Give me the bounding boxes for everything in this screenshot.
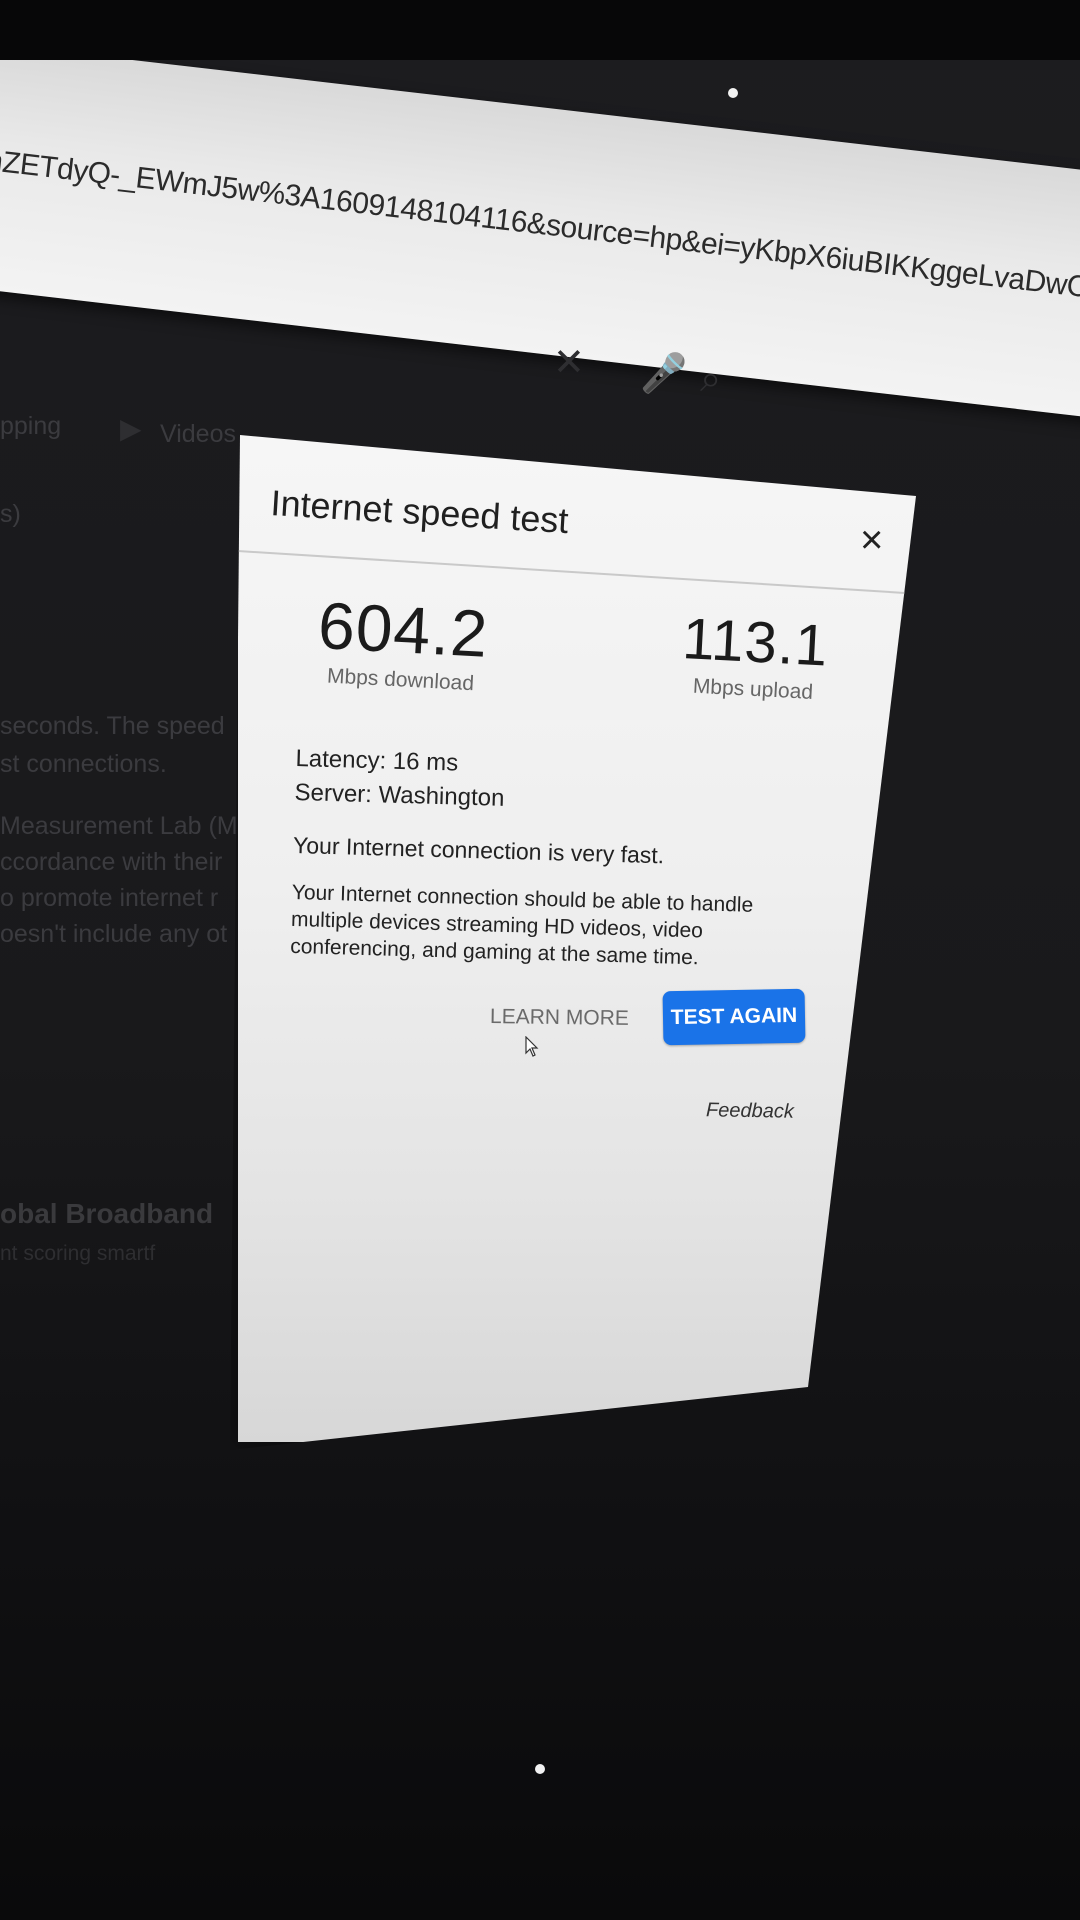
- feedback-link[interactable]: Feedback: [706, 1099, 794, 1124]
- speed-advice: Your Internet connection should be able …: [289, 880, 754, 970]
- upload-value: 113.1: [680, 606, 830, 679]
- upload-metric: 113.1 Mbps upload: [677, 606, 831, 706]
- result-details: Latency: 16 ms Server: Washington Your I…: [290, 742, 836, 975]
- clear-x-icon[interactable]: ✕: [553, 340, 585, 385]
- speed-verdict: Your Internet connection is very fast.: [292, 831, 665, 869]
- download-value: 604.2: [316, 588, 491, 671]
- result-fragment: Measurement Lab (M: [0, 812, 238, 840]
- result-fragment: st connections.: [0, 750, 167, 778]
- result-fragment: oesn't include any ot: [0, 920, 228, 948]
- test-again-button[interactable]: TEST AGAIN: [662, 988, 806, 1046]
- speed-test-dialog: Internet speed test × 604.2 Mbps downloa…: [237, 435, 916, 1442]
- learn-more-link[interactable]: LEARN MORE: [490, 1005, 629, 1031]
- tab-shopping[interactable]: pping: [0, 412, 61, 441]
- monitor-bezel: [0, 0, 1080, 60]
- result-heading[interactable]: obal Broadband: [0, 1198, 213, 1230]
- result-subheading: nt scoring smartf: [0, 1242, 156, 1265]
- divider: [237, 550, 907, 595]
- result-fragment: ccordance with their: [0, 848, 223, 876]
- dialog-title: Internet speed test: [269, 482, 570, 542]
- upload-unit: Mbps upload: [692, 674, 814, 704]
- search-magnifier-icon[interactable]: ⌕: [700, 358, 721, 401]
- reflection-dot: [535, 1764, 545, 1774]
- reflection-dot: [728, 88, 738, 98]
- mouse-cursor-icon: [525, 1036, 539, 1057]
- close-icon[interactable]: ×: [860, 520, 883, 560]
- result-fragment: s): [0, 500, 21, 528]
- monitor-screen: nZETdyQ-_EWmJ5w%3A1609148104116&source=h…: [0, 0, 1080, 1920]
- tab-videos[interactable]: Videos: [160, 420, 236, 449]
- download-metric: 604.2 Mbps download: [315, 588, 491, 697]
- result-fragment: seconds. The speed: [0, 712, 225, 740]
- microphone-icon[interactable]: 🎤: [640, 352, 687, 396]
- result-fragment: o promote internet r: [0, 884, 219, 912]
- video-play-icon: ▶: [120, 413, 142, 444]
